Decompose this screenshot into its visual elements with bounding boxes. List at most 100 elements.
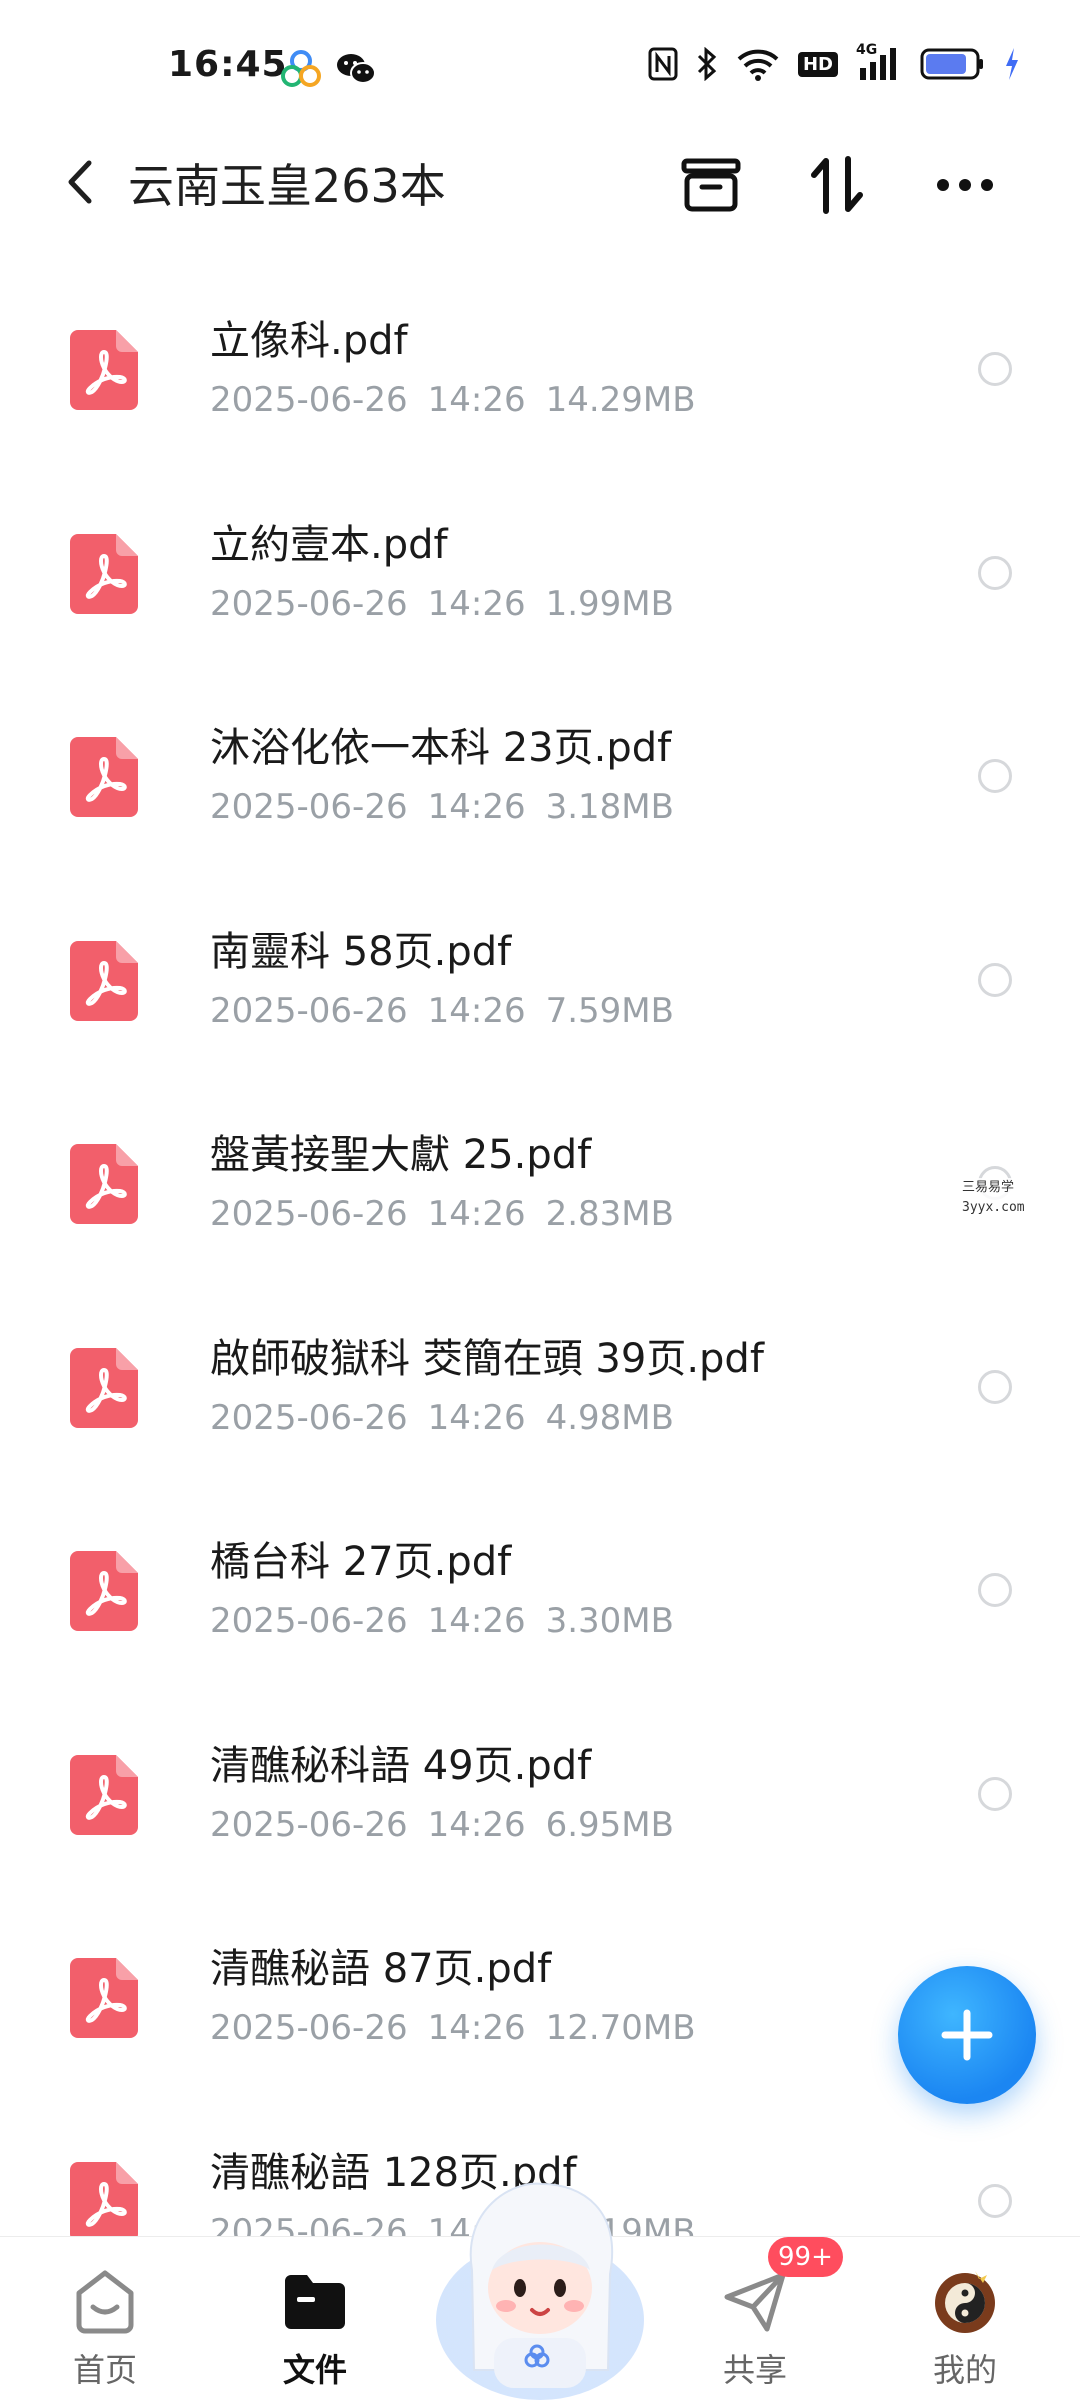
nav-mine-label: 我的: [932, 2351, 997, 2389]
nav-mine[interactable]: 我的: [890, 2237, 1040, 2400]
file-meta: 2025-06-26 14:26 12.70MB: [210, 2008, 696, 2048]
pdf-file-icon: [70, 533, 138, 614]
file-row-4[interactable]: 南靈科 58页.pdf 2025-06-26 14:26 7.59MB: [0, 879, 1080, 1083]
paper-plane-icon: [724, 2272, 786, 2332]
wifi-icon: [737, 49, 779, 81]
file-size: 6.95MB: [545, 1804, 674, 1845]
charging-icon: [1006, 48, 1018, 80]
nfc-icon: [648, 47, 678, 81]
pdf-file-icon: [70, 1144, 138, 1224]
bluetooth-icon: [697, 47, 717, 81]
more-dots-icon: [937, 179, 993, 191]
file-name: 盤黃接聖大獻 25.pdf: [210, 1132, 592, 1178]
select-radio[interactable]: [978, 1369, 1012, 1404]
file-date: 2025-06-26: [210, 2008, 408, 2048]
profile-avatar-icon: [935, 2271, 995, 2333]
nav-files[interactable]: 文件: [240, 2237, 390, 2400]
file-date: 2025-06-26: [210, 1194, 408, 1234]
file-row-2[interactable]: 立約壹本.pdf 2025-06-26 14:26 1.99MB: [0, 472, 1080, 676]
file-meta: 2025-06-26 14:26 6.95MB: [210, 1805, 674, 1845]
file-row-3[interactable]: 沐浴化依一本科 23页.pdf 2025-06-26 14:26 3.18MB: [0, 675, 1080, 879]
select-radio[interactable]: [978, 2183, 1012, 2218]
watermark: 三易易学 3yyx.com: [958, 1178, 1029, 1218]
pdf-file-icon: [70, 1958, 138, 2038]
file-meta: 2025-06-26 14:26 4.98MB: [210, 1398, 674, 1438]
back-button[interactable]: [50, 152, 110, 212]
file-meta: 2025-06-26 14:26 7.59MB: [210, 991, 674, 1031]
nav-share[interactable]: 99+ 共享: [680, 2237, 843, 2400]
folder-icon: [285, 2275, 345, 2329]
file-time: 14:26: [427, 1804, 526, 1845]
pdf-file-icon: [70, 2161, 138, 2242]
file-size: 7.59MB: [545, 990, 674, 1031]
file-meta: 2025-06-26 14:26 2.83MB: [210, 1194, 674, 1234]
home-icon: [76, 2270, 134, 2334]
battery-icon: [920, 48, 983, 80]
file-size: 2.83MB: [545, 1194, 674, 1234]
sort-arrows-icon: [811, 156, 863, 214]
file-size: 14.29MB: [545, 380, 696, 420]
pdf-file-icon: [70, 1551, 138, 1631]
file-name: 立約壹本.pdf: [210, 521, 448, 568]
select-radio[interactable]: [978, 759, 1012, 793]
file-meta: 2025-06-26 14:26 3.18MB: [210, 787, 674, 827]
file-size: 12.70MB: [545, 2008, 696, 2048]
select-radio[interactable]: [978, 1776, 1012, 1811]
file-row-8[interactable]: 清醮秘科語 49页.pdf 2025-06-26 14:26 6.95MB: [0, 1693, 1080, 1897]
cloud-app-icon: [281, 50, 321, 87]
nav-files-label: 文件: [282, 2351, 347, 2389]
pdf-file-icon: [70, 330, 138, 410]
file-time: 14:26: [427, 583, 526, 624]
file-time: 14:26: [427, 1397, 526, 1438]
add-button[interactable]: [898, 1966, 1036, 2104]
status-notification-icons: [280, 48, 376, 90]
file-date: 2025-06-26: [210, 1601, 408, 1641]
archive-button[interactable]: [676, 150, 746, 220]
status-system-icons: HD 4G: [648, 42, 1020, 82]
file-meta: 2025-06-26 14:26 3.30MB: [210, 1601, 674, 1641]
file-date: 2025-06-26: [210, 787, 408, 827]
file-size: 3.30MB: [545, 1601, 674, 1641]
select-radio[interactable]: [978, 352, 1012, 386]
file-size: 3.18MB: [545, 787, 674, 827]
file-row-7[interactable]: 橋台科 27页.pdf 2025-06-26 14:26 3.30MB: [0, 1489, 1080, 1693]
file-date: 2025-06-26: [210, 380, 408, 420]
hd-badge: HD: [797, 51, 838, 77]
status-time: 16:45: [168, 44, 288, 85]
file-date: 2025-06-26: [210, 1397, 408, 1438]
sort-button[interactable]: [802, 150, 872, 220]
file-time: 14:26: [427, 380, 526, 420]
assistant-mascot[interactable]: [432, 2170, 648, 2400]
archive-box-icon: [681, 158, 741, 212]
file-name: 清醮秘科語 49页.pdf: [210, 1742, 592, 1789]
nav-share-label: 共享: [722, 2351, 787, 2389]
nav-home-label: 首页: [72, 2351, 137, 2389]
file-size: 4.98MB: [545, 1397, 674, 1438]
file-row-1[interactable]: 立像科.pdf 2025-06-26 14:26 14.29MB: [0, 268, 1080, 472]
select-radio[interactable]: [978, 1573, 1012, 1607]
select-radio[interactable]: [978, 962, 1012, 997]
pdf-file-icon: [70, 940, 138, 1021]
plus-icon: [941, 2009, 993, 2061]
file-name: 立像科.pdf: [210, 318, 408, 364]
file-row-6[interactable]: 啟師破獄科 茭簡在頭 39页.pdf 2025-06-26 14:26 4.98MB: [0, 1286, 1080, 1490]
pdf-file-icon: [70, 737, 138, 817]
more-options-button[interactable]: [930, 150, 1000, 220]
file-name: 清醮秘語 87页.pdf: [210, 1946, 552, 1992]
wechat-icon: [337, 54, 376, 84]
file-date: 2025-06-26: [210, 990, 408, 1031]
file-name: 啟師破獄科 茭簡在頭 39页.pdf: [210, 1335, 764, 1382]
file-name: 橋台科 27页.pdf: [210, 1539, 512, 1585]
status-bar: 16:45 HD 4G: [0, 0, 1080, 130]
file-name: 南靈科 58页.pdf: [210, 928, 512, 975]
file-meta: 2025-06-26 14:26 14.29MB: [210, 380, 696, 420]
select-radio[interactable]: [978, 555, 1012, 590]
nav-home[interactable]: 首页: [30, 2237, 180, 2400]
app-header: 云南玉皇263本: [0, 130, 1080, 230]
file-name: 沐浴化依一本科 23页.pdf: [210, 725, 672, 771]
pdf-file-icon: [70, 1754, 138, 1835]
file-row-5[interactable]: 盤黃接聖大獻 25.pdf 2025-06-26 14:26 2.83MB: [0, 1082, 1080, 1286]
file-time: 14:26: [427, 787, 526, 827]
file-time: 14:26: [427, 990, 526, 1031]
page-title: 云南玉皇263本: [128, 159, 446, 213]
